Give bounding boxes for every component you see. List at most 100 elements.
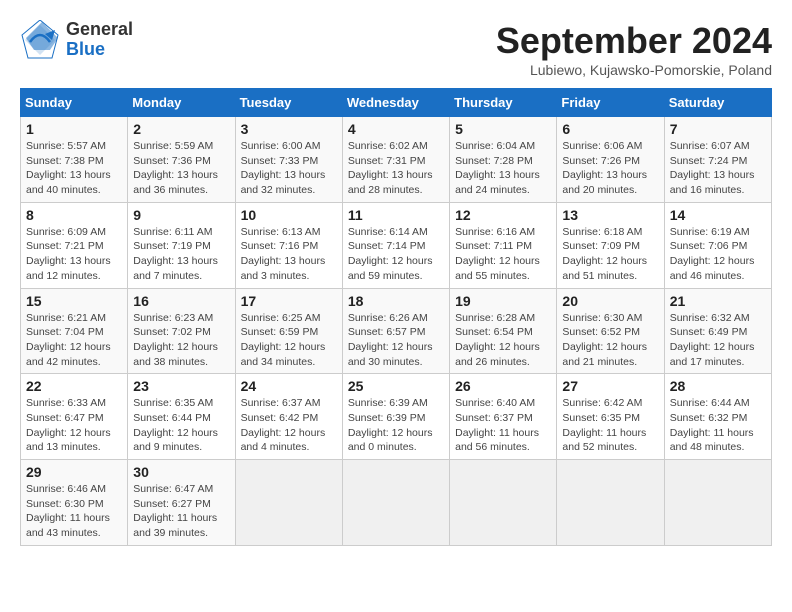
weekday-monday: Monday — [128, 89, 235, 117]
calendar-cell: 9 Sunrise: 6:11 AM Sunset: 7:19 PM Daylig… — [128, 202, 235, 288]
day-number: 25 — [348, 378, 444, 394]
day-info: Sunrise: 6:35 AM Sunset: 6:44 PM Dayligh… — [133, 396, 229, 455]
weekday-wednesday: Wednesday — [342, 89, 449, 117]
week-row-1: 1 Sunrise: 5:57 AM Sunset: 7:38 PM Daylig… — [21, 117, 772, 203]
logo-blue: Blue — [66, 40, 133, 60]
day-number: 15 — [26, 293, 122, 309]
day-number: 27 — [562, 378, 658, 394]
day-number: 9 — [133, 207, 229, 223]
calendar-cell: 11 Sunrise: 6:14 AM Sunset: 7:14 PM Dayli… — [342, 202, 449, 288]
week-row-5: 29Sunrise: 6:46 AM Sunset: 6:30 PM Dayli… — [21, 460, 772, 546]
calendar-cell: 13 Sunrise: 6:18 AM Sunset: 7:09 PM Dayli… — [557, 202, 664, 288]
calendar-cell: 28Sunrise: 6:44 AM Sunset: 6:32 PM Dayli… — [664, 374, 771, 460]
day-number: 21 — [670, 293, 766, 309]
calendar-cell: 19 Sunrise: 6:28 AM Sunset: 6:54 PM Dayli… — [450, 288, 557, 374]
day-number: 10 — [241, 207, 337, 223]
day-info: Sunrise: 6:11 AM Sunset: 7:19 PM Dayligh… — [133, 225, 229, 284]
day-info: Sunrise: 6:25 AM Sunset: 6:59 PM Dayligh… — [241, 311, 337, 370]
weekday-tuesday: Tuesday — [235, 89, 342, 117]
calendar-cell: 21 Sunrise: 6:32 AM Sunset: 6:49 PM Dayli… — [664, 288, 771, 374]
day-number: 14 — [670, 207, 766, 223]
weekday-thursday: Thursday — [450, 89, 557, 117]
logo: General Blue — [20, 20, 133, 60]
calendar-cell: 15 Sunrise: 6:21 AM Sunset: 7:04 PM Dayli… — [21, 288, 128, 374]
logo-text: General Blue — [66, 20, 133, 60]
calendar-cell: 29Sunrise: 6:46 AM Sunset: 6:30 PM Dayli… — [21, 460, 128, 546]
logo-general: General — [66, 20, 133, 40]
day-info: Sunrise: 6:46 AM Sunset: 6:30 PM Dayligh… — [26, 482, 122, 541]
day-info: Sunrise: 5:57 AM Sunset: 7:38 PM Dayligh… — [26, 139, 122, 198]
day-number: 5 — [455, 121, 551, 137]
location: Lubiewo, Kujawsko-Pomorskie, Poland — [496, 62, 772, 78]
day-info: Sunrise: 6:32 AM Sunset: 6:49 PM Dayligh… — [670, 311, 766, 370]
day-info: Sunrise: 6:21 AM Sunset: 7:04 PM Dayligh… — [26, 311, 122, 370]
day-info: Sunrise: 6:33 AM Sunset: 6:47 PM Dayligh… — [26, 396, 122, 455]
calendar-cell: 3 Sunrise: 6:00 AM Sunset: 7:33 PM Daylig… — [235, 117, 342, 203]
day-number: 26 — [455, 378, 551, 394]
day-number: 7 — [670, 121, 766, 137]
day-number: 23 — [133, 378, 229, 394]
day-number: 13 — [562, 207, 658, 223]
day-info: Sunrise: 6:16 AM Sunset: 7:11 PM Dayligh… — [455, 225, 551, 284]
calendar-cell: 17Sunrise: 6:25 AM Sunset: 6:59 PM Dayli… — [235, 288, 342, 374]
calendar-table: SundayMondayTuesdayWednesdayThursdayFrid… — [20, 88, 772, 546]
calendar-cell: 6Sunrise: 6:06 AM Sunset: 7:26 PM Daylig… — [557, 117, 664, 203]
calendar-cell: 5 Sunrise: 6:04 AM Sunset: 7:28 PM Daylig… — [450, 117, 557, 203]
day-info: Sunrise: 6:40 AM Sunset: 6:37 PM Dayligh… — [455, 396, 551, 455]
day-number: 1 — [26, 121, 122, 137]
week-row-3: 15 Sunrise: 6:21 AM Sunset: 7:04 PM Dayli… — [21, 288, 772, 374]
day-number: 8 — [26, 207, 122, 223]
calendar-cell: 12 Sunrise: 6:16 AM Sunset: 7:11 PM Dayli… — [450, 202, 557, 288]
weekday-friday: Friday — [557, 89, 664, 117]
day-info: Sunrise: 6:26 AM Sunset: 6:57 PM Dayligh… — [348, 311, 444, 370]
day-info: Sunrise: 6:04 AM Sunset: 7:28 PM Dayligh… — [455, 139, 551, 198]
calendar-cell: 23 Sunrise: 6:35 AM Sunset: 6:44 PM Dayli… — [128, 374, 235, 460]
day-info: Sunrise: 6:23 AM Sunset: 7:02 PM Dayligh… — [133, 311, 229, 370]
day-number: 22 — [26, 378, 122, 394]
day-number: 11 — [348, 207, 444, 223]
day-info: Sunrise: 5:59 AM Sunset: 7:36 PM Dayligh… — [133, 139, 229, 198]
calendar-cell — [450, 460, 557, 546]
day-number: 20 — [562, 293, 658, 309]
day-info: Sunrise: 6:42 AM Sunset: 6:35 PM Dayligh… — [562, 396, 658, 455]
calendar-cell: 4 Sunrise: 6:02 AM Sunset: 7:31 PM Daylig… — [342, 117, 449, 203]
day-number: 30 — [133, 464, 229, 480]
day-info: Sunrise: 6:02 AM Sunset: 7:31 PM Dayligh… — [348, 139, 444, 198]
calendar-cell — [235, 460, 342, 546]
calendar-cell: 26 Sunrise: 6:40 AM Sunset: 6:37 PM Dayli… — [450, 374, 557, 460]
day-number: 19 — [455, 293, 551, 309]
weekday-header-row: SundayMondayTuesdayWednesdayThursdayFrid… — [21, 89, 772, 117]
day-info: Sunrise: 6:39 AM Sunset: 6:39 PM Dayligh… — [348, 396, 444, 455]
day-number: 4 — [348, 121, 444, 137]
calendar-cell: 30 Sunrise: 6:47 AM Sunset: 6:27 PM Dayli… — [128, 460, 235, 546]
calendar-cell: 7 Sunrise: 6:07 AM Sunset: 7:24 PM Daylig… — [664, 117, 771, 203]
calendar-cell — [557, 460, 664, 546]
calendar-cell: 8Sunrise: 6:09 AM Sunset: 7:21 PM Daylig… — [21, 202, 128, 288]
day-number: 3 — [241, 121, 337, 137]
calendar-cell: 16Sunrise: 6:23 AM Sunset: 7:02 PM Dayli… — [128, 288, 235, 374]
day-number: 2 — [133, 121, 229, 137]
day-info: Sunrise: 6:28 AM Sunset: 6:54 PM Dayligh… — [455, 311, 551, 370]
calendar-cell: 14 Sunrise: 6:19 AM Sunset: 7:06 PM Dayli… — [664, 202, 771, 288]
day-info: Sunrise: 6:14 AM Sunset: 7:14 PM Dayligh… — [348, 225, 444, 284]
page-header: General Blue September 2024 Lubiewo, Kuj… — [20, 20, 772, 78]
calendar-cell — [664, 460, 771, 546]
weekday-sunday: Sunday — [21, 89, 128, 117]
day-info: Sunrise: 6:44 AM Sunset: 6:32 PM Dayligh… — [670, 396, 766, 455]
day-number: 24 — [241, 378, 337, 394]
day-number: 12 — [455, 207, 551, 223]
day-info: Sunrise: 6:07 AM Sunset: 7:24 PM Dayligh… — [670, 139, 766, 198]
month-title: September 2024 — [496, 20, 772, 62]
day-info: Sunrise: 6:30 AM Sunset: 6:52 PM Dayligh… — [562, 311, 658, 370]
calendar-cell: 20 Sunrise: 6:30 AM Sunset: 6:52 PM Dayli… — [557, 288, 664, 374]
day-info: Sunrise: 6:47 AM Sunset: 6:27 PM Dayligh… — [133, 482, 229, 541]
day-info: Sunrise: 6:18 AM Sunset: 7:09 PM Dayligh… — [562, 225, 658, 284]
day-info: Sunrise: 6:06 AM Sunset: 7:26 PM Dayligh… — [562, 139, 658, 198]
calendar-cell: 25 Sunrise: 6:39 AM Sunset: 6:39 PM Dayli… — [342, 374, 449, 460]
calendar-cell: 1 Sunrise: 5:57 AM Sunset: 7:38 PM Daylig… — [21, 117, 128, 203]
calendar-header: SundayMondayTuesdayWednesdayThursdayFrid… — [21, 89, 772, 117]
day-info: Sunrise: 6:19 AM Sunset: 7:06 PM Dayligh… — [670, 225, 766, 284]
calendar-cell: 2 Sunrise: 5:59 AM Sunset: 7:36 PM Daylig… — [128, 117, 235, 203]
day-info: Sunrise: 6:00 AM Sunset: 7:33 PM Dayligh… — [241, 139, 337, 198]
week-row-2: 8Sunrise: 6:09 AM Sunset: 7:21 PM Daylig… — [21, 202, 772, 288]
